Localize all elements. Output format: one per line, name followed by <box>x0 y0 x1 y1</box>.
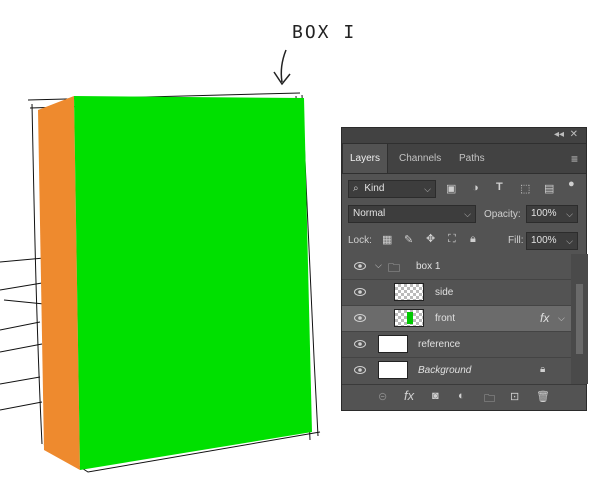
layer-thumbnail <box>394 283 424 301</box>
lock-transparent-icon[interactable]: ▦ <box>382 233 392 246</box>
lock-all-icon[interactable]: 🔒︎ <box>470 233 476 246</box>
layer-effects-icon[interactable]: fx <box>540 311 549 325</box>
lock-label: Lock: <box>348 235 372 246</box>
layer-thumbnail <box>378 335 408 353</box>
chevron-down-icon: ⌵ <box>566 209 573 219</box>
new-adjustment-icon[interactable]: ◐ <box>458 390 465 402</box>
chevron-down-icon[interactable]: ⌵ <box>558 313 565 324</box>
tab-paths[interactable]: Paths <box>452 144 492 173</box>
lock-paint-icon[interactable]: ✎ <box>404 233 413 246</box>
add-mask-icon[interactable]: ◙ <box>432 390 439 402</box>
delete-layer-icon[interactable]: 🗑︎ <box>536 390 550 403</box>
visibility-eye-icon[interactable] <box>354 365 366 375</box>
filter-toggle-icon[interactable]: ● <box>568 178 575 190</box>
layer-name: Background <box>418 365 472 376</box>
chevron-down-icon: ⌵ <box>566 236 573 246</box>
close-icon[interactable]: ✕ <box>570 129 578 140</box>
smart-object-filter-icon[interactable]: ▤ <box>544 182 554 195</box>
lock-artboard-icon[interactable]: ⛶ <box>448 233 456 246</box>
visibility-eye-icon[interactable] <box>354 339 366 349</box>
filter-row: ⌕ Kind ⌵ ▣ ◑ T ⬚ ▤ ● <box>342 176 586 200</box>
fill-label: Fill: <box>508 235 524 246</box>
box-front-face <box>74 96 312 470</box>
annotation-arrow <box>273 49 291 86</box>
search-icon: ⌕ <box>353 183 359 194</box>
tab-layers[interactable]: Layers <box>342 144 389 173</box>
opacity-field[interactable]: 100% ⌵ <box>526 205 578 223</box>
lock-row: Lock: ▦ ✎ ✥ ⛶ 🔒︎ Fill: 100% ⌵ <box>342 228 586 252</box>
blend-row: Normal ⌵ Opacity: 100% ⌵ <box>342 202 586 224</box>
layer-row-background[interactable]: Background 🔒︎ <box>342 358 571 384</box>
layer-name: front <box>435 313 456 324</box>
chevron-down-icon: ⌵ <box>464 209 471 219</box>
layer-name: box 1 <box>416 261 441 272</box>
type-filter-icon[interactable]: T <box>496 181 503 193</box>
fill-field[interactable]: 100% ⌵ <box>526 232 578 250</box>
link-layers-icon[interactable]: ⊝ <box>378 390 387 403</box>
new-layer-icon[interactable]: ⊡ <box>510 390 519 403</box>
layer-list-scrollbar[interactable] <box>571 254 588 384</box>
blend-mode-select[interactable]: Normal ⌵ <box>348 205 476 223</box>
box-annotation: BOX I <box>292 22 357 43</box>
panel-title-bar[interactable]: ◂◂ ✕ <box>342 128 586 144</box>
filter-kind-select[interactable]: ⌕ Kind ⌵ <box>348 180 436 198</box>
layer-thumbnail <box>378 361 408 379</box>
layer-thumbnail <box>394 309 424 327</box>
tab-channels[interactable]: Channels <box>392 144 448 173</box>
layer-row-box-1[interactable]: ⌵ 🗀︎ box 1 <box>342 254 571 280</box>
layer-name: reference <box>418 339 461 350</box>
layer-row-side[interactable]: side <box>342 280 571 306</box>
folder-icon: 🗀︎ <box>388 261 401 275</box>
visibility-eye-icon[interactable] <box>354 261 366 271</box>
shape-filter-icon[interactable]: ⬚ <box>520 182 530 195</box>
collapse-icon[interactable]: ◂◂ <box>554 129 564 140</box>
layers-panel: ◂◂ ✕ Layers Channels Paths ≡ ⌕ Kind ⌵ ▣ … <box>341 127 588 411</box>
visibility-eye-icon[interactable] <box>354 287 366 297</box>
add-style-icon[interactable]: fx <box>404 388 414 403</box>
visibility-eye-icon[interactable] <box>354 313 366 323</box>
lock-move-icon[interactable]: ✥ <box>426 232 435 245</box>
layer-list: ⌵ 🗀︎ box 1 side front fx ⌵ reference Bac… <box>342 254 571 384</box>
chevron-down-icon: ⌵ <box>424 184 431 194</box>
new-group-icon[interactable]: 🗀︎ <box>484 390 495 409</box>
opacity-label: Opacity: <box>484 209 521 220</box>
panel-tabs: Layers Channels Paths ≡ <box>342 144 586 174</box>
layer-row-reference[interactable]: reference <box>342 332 571 358</box>
pixel-filter-icon[interactable]: ▣ <box>446 182 456 195</box>
box-side-face <box>38 96 80 470</box>
panel-menu-icon[interactable]: ≡ <box>571 152 578 166</box>
adjustment-filter-icon[interactable]: ◑ <box>472 182 479 194</box>
lock-icon: 🔒︎ <box>540 364 546 375</box>
chevron-down-icon[interactable]: ⌵ <box>375 260 382 271</box>
layers-bottom-bar: ⊝ fx ◙ ◐ 🗀︎ ⊡ 🗑︎ <box>342 384 586 411</box>
layer-row-front[interactable]: front fx ⌵ <box>342 306 571 332</box>
layer-name: side <box>435 287 454 298</box>
